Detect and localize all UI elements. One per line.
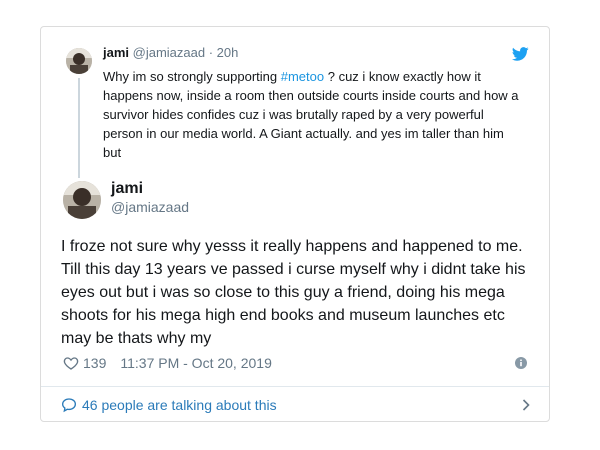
parent-author-name[interactable]: jami bbox=[103, 45, 129, 60]
thread-connector-line bbox=[78, 78, 80, 178]
author-name[interactable]: jami bbox=[111, 179, 143, 198]
tweet-timestamp[interactable]: 11:37 PM - Oct 20, 2019 bbox=[120, 355, 272, 371]
card-divider bbox=[41, 386, 549, 387]
parent-tweet-header: jami @jamiazaad · 20h bbox=[103, 45, 238, 61]
tweet-meta-row: 139 11:37 PM - Oct 20, 2019 bbox=[63, 353, 531, 373]
parent-separator: · bbox=[205, 45, 217, 60]
embedded-tweet-card: jami @jamiazaad · 20h Why im so strongly… bbox=[40, 26, 550, 422]
author-handle[interactable]: @jamiazaad bbox=[111, 199, 189, 216]
parent-tweet-text: Why im so strongly supporting #metoo ? c… bbox=[103, 67, 523, 162]
parent-handle-text: @jamiazaad bbox=[132, 45, 206, 60]
parent-tweet-time[interactable]: 20h bbox=[217, 45, 239, 60]
tweet-text: I froze not sure why yesss it really hap… bbox=[61, 238, 526, 347]
chevron-right-icon[interactable] bbox=[521, 399, 531, 411]
parent-avatar[interactable] bbox=[66, 48, 92, 74]
hashtag-link[interactable]: #metoo bbox=[281, 69, 324, 84]
parent-text-start: Why im so strongly supporting bbox=[103, 69, 281, 84]
like-count[interactable]: 139 bbox=[83, 355, 106, 371]
conversation-label: 46 people are talking about this bbox=[82, 397, 277, 413]
conversation-link[interactable]: 46 people are talking about this bbox=[61, 393, 531, 417]
parent-author-handle[interactable]: @jamiazaad bbox=[133, 45, 205, 60]
heart-icon[interactable] bbox=[63, 355, 79, 371]
chat-bubble-icon bbox=[61, 398, 77, 413]
author-avatar[interactable] bbox=[63, 181, 101, 219]
info-icon[interactable] bbox=[515, 357, 527, 369]
twitter-bird-icon[interactable] bbox=[512, 47, 529, 61]
